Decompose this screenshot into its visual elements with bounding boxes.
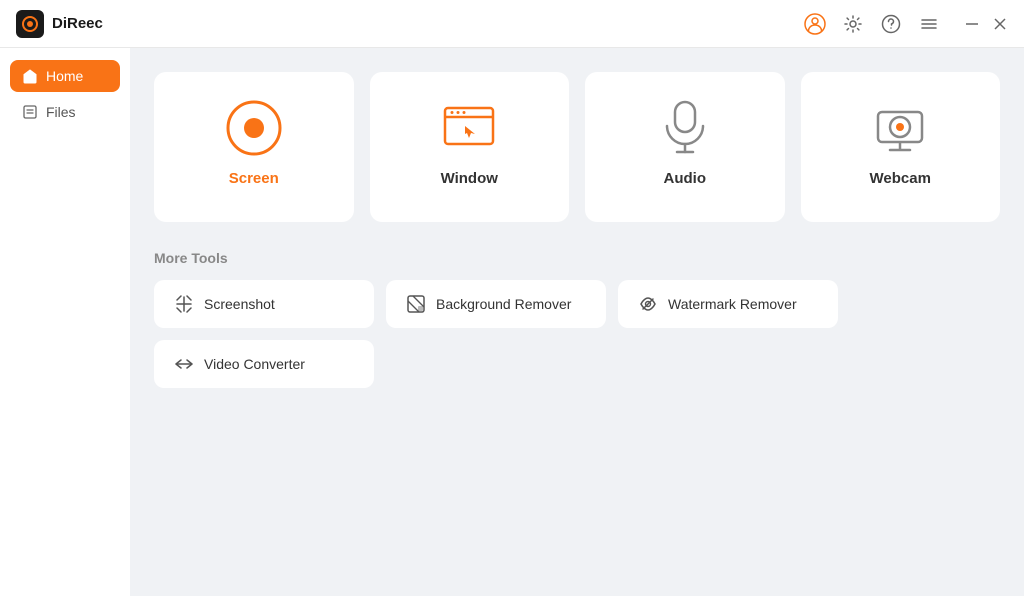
recording-cards: Screen Window [154,72,1000,222]
window-icon [441,100,497,156]
window-controls [964,16,1008,32]
video-converter-tool[interactable]: Video Converter [154,340,374,388]
screen-icon [226,100,282,156]
settings-icon[interactable] [842,13,864,35]
app-name: DiReec [52,15,103,32]
close-button[interactable] [992,16,1008,32]
titlebar: DiReec [0,0,1024,48]
webcam-card[interactable]: Webcam [801,72,1001,222]
help-icon[interactable] [880,13,902,35]
logo-icon [16,10,44,38]
minimize-button[interactable] [964,16,980,32]
window-card[interactable]: Window [370,72,570,222]
content-area: Screen Window [130,48,1024,596]
webcam-label: Webcam [870,170,931,187]
more-tools-title: More Tools [154,250,1000,266]
screen-label: Screen [229,170,279,187]
main-layout: Home Files Screen [0,48,1024,596]
screenshot-tool[interactable]: Screenshot [154,280,374,328]
audio-label: Audio [664,170,707,187]
background-remover-label: Background Remover [436,296,571,312]
tools-grid: Screenshot Background Remover [154,280,1000,388]
watermark-remover-label: Watermark Remover [668,296,797,312]
sidebar-item-home[interactable]: Home [10,60,120,92]
background-remover-tool[interactable]: Background Remover [386,280,606,328]
video-converter-icon [174,354,194,374]
menu-icon[interactable] [918,13,940,35]
watermark-remover-icon [638,294,658,314]
sidebar: Home Files [0,48,130,596]
audio-icon [657,100,713,156]
profile-icon[interactable] [804,13,826,35]
titlebar-actions [804,13,1008,35]
app-logo: DiReec [16,10,103,38]
background-remover-icon [406,294,426,314]
watermark-remover-tool[interactable]: Watermark Remover [618,280,838,328]
window-label: Window [441,170,498,187]
audio-card[interactable]: Audio [585,72,785,222]
screen-card[interactable]: Screen [154,72,354,222]
webcam-icon [872,100,928,156]
video-converter-label: Video Converter [204,356,305,372]
screenshot-icon [174,294,194,314]
screenshot-label: Screenshot [204,296,275,312]
more-tools-section: More Tools Screenshot [154,250,1000,388]
sidebar-item-files[interactable]: Files [10,96,120,128]
